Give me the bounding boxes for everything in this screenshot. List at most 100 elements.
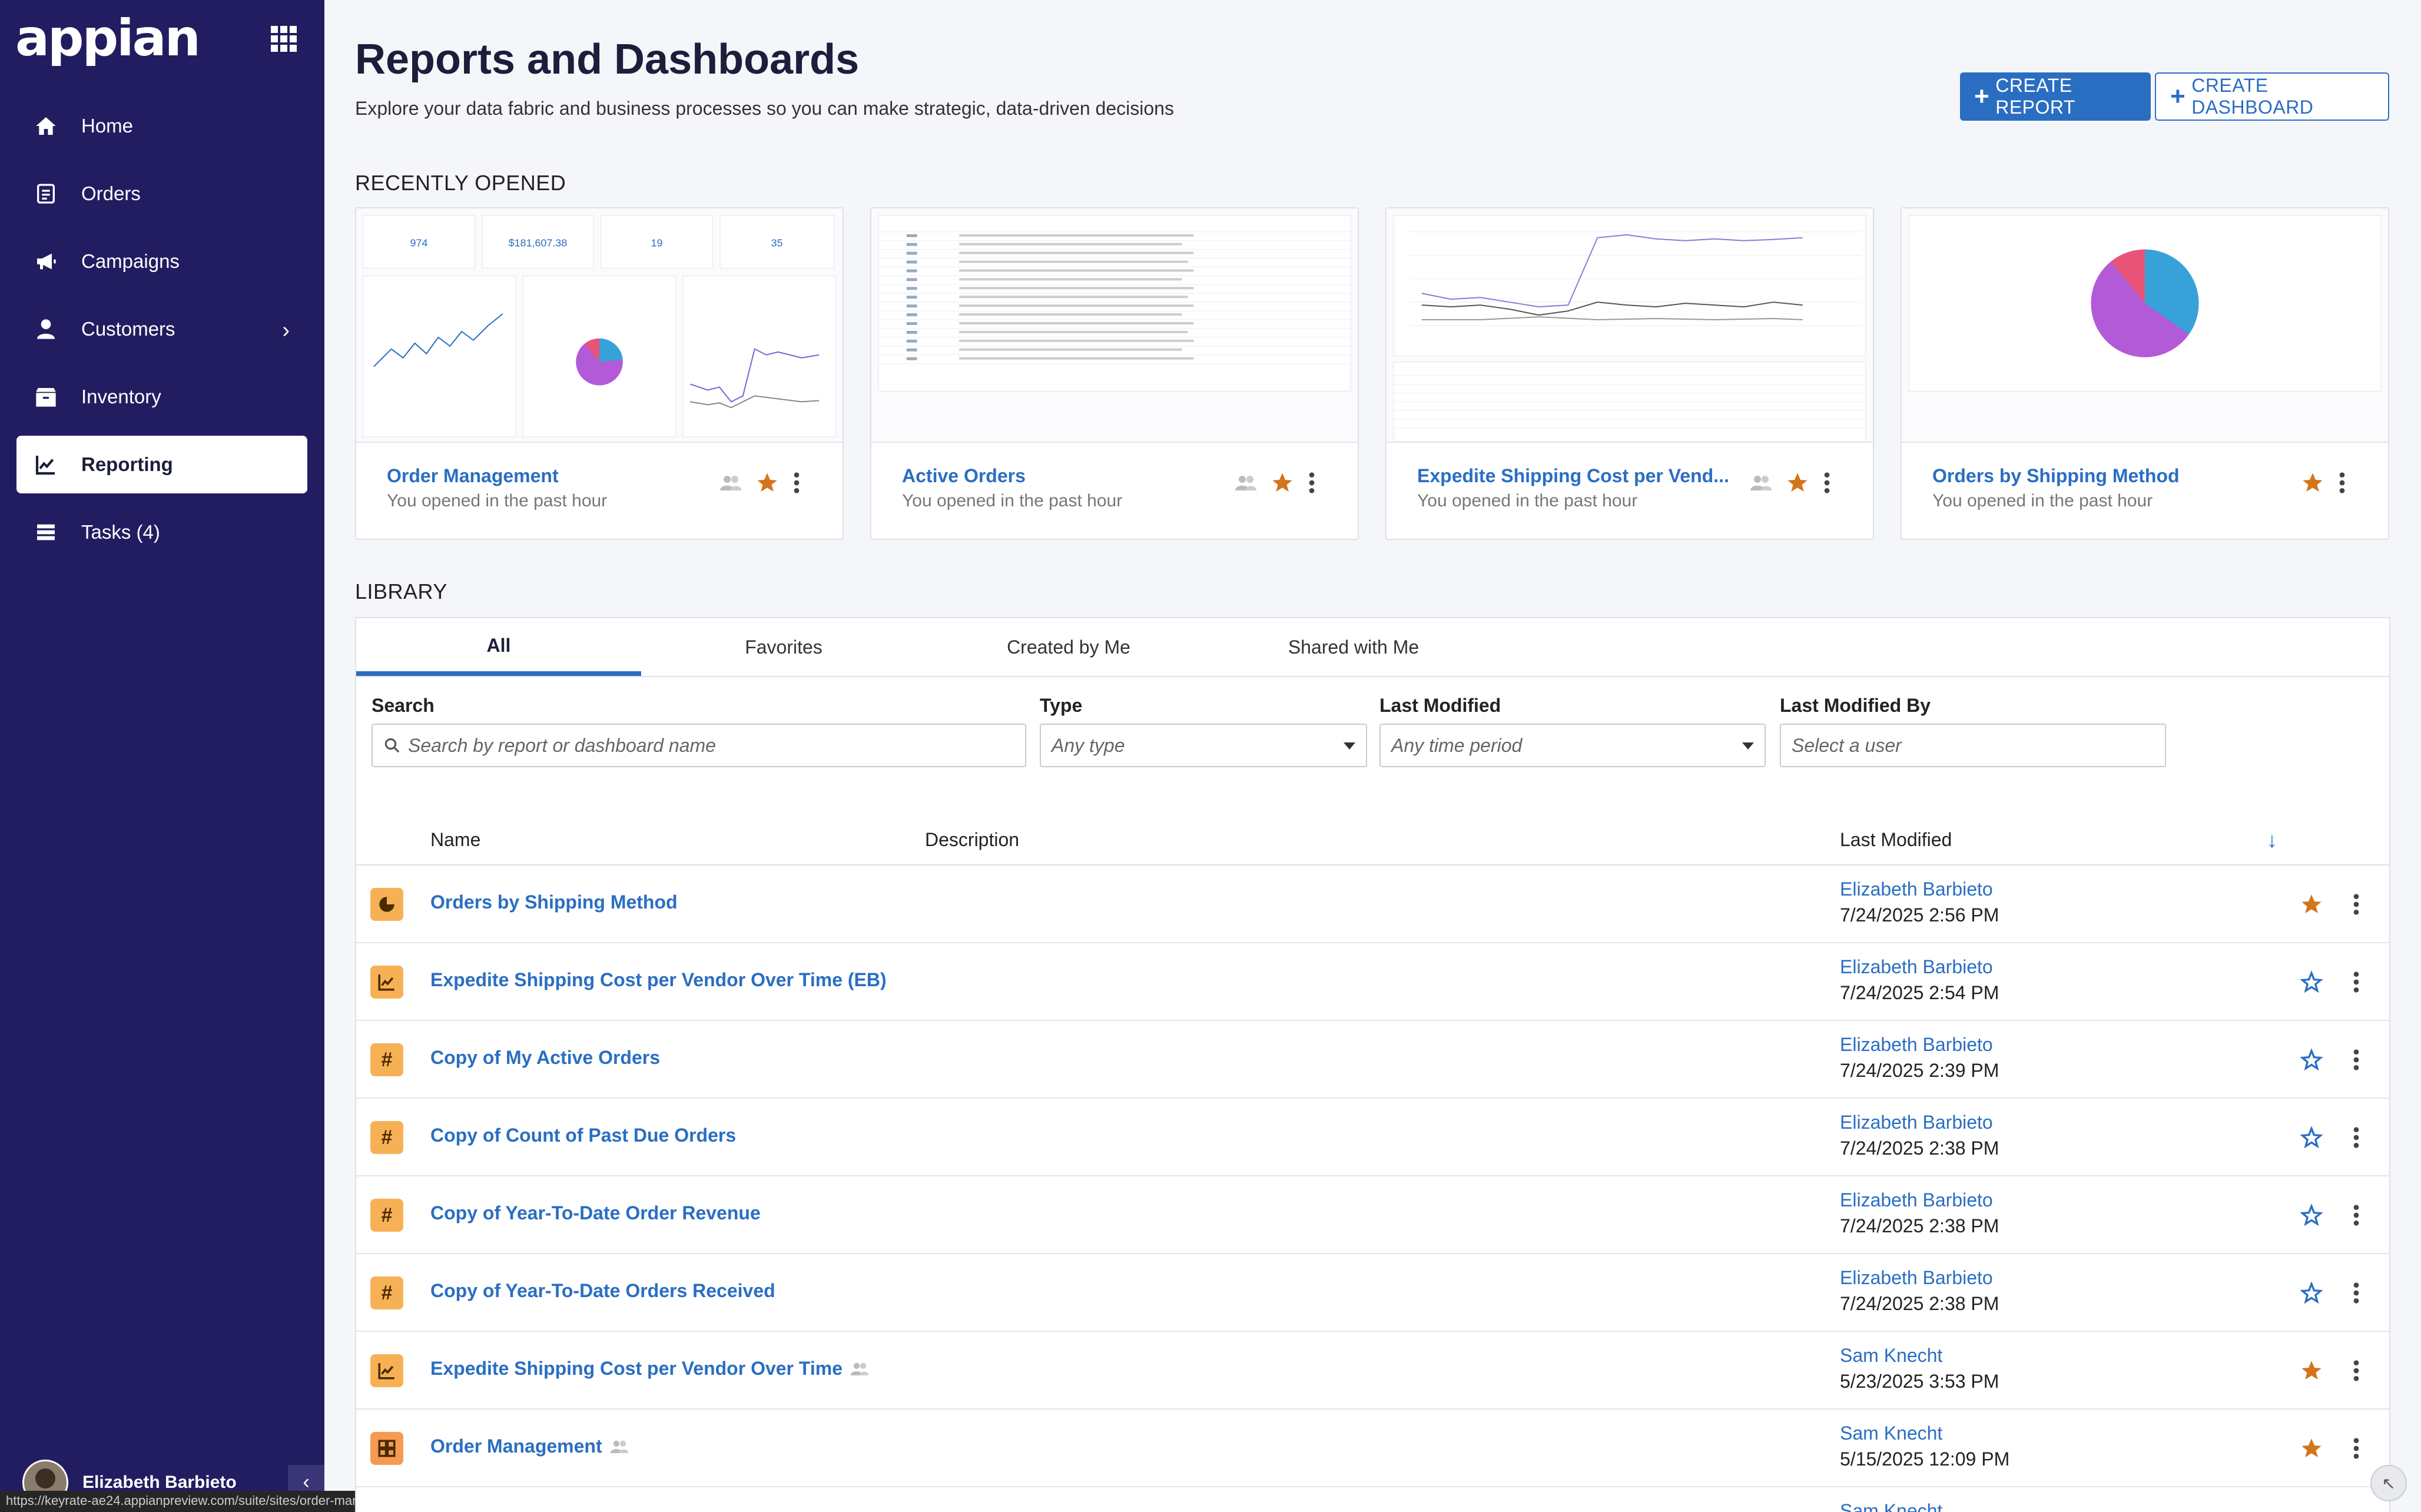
app-launcher-icon[interactable] [271,26,300,52]
user-picker-input[interactable]: Select a user [1780,724,2166,767]
favorite-star-icon[interactable] [2301,471,2324,495]
favorite-star-icon[interactable] [2300,1359,2323,1382]
star-outline-icon[interactable] [2300,1281,2323,1305]
search-input[interactable]: Search by report or dashboard name [372,724,1026,767]
star-outline-icon[interactable] [2300,1048,2323,1072]
tab-favorites[interactable]: Favorites [641,618,926,676]
more-options-icon[interactable] [2352,1281,2361,1305]
more-options-icon[interactable] [2352,1203,2361,1227]
favorite-star-icon[interactable] [755,471,779,495]
sidebar-item-inventory[interactable]: Inventory [16,368,307,426]
table-row[interactable]: Sam Knecht [356,1487,2389,1512]
inventory-icon [34,385,58,409]
user-name: Elizabeth Barbieto [82,1473,237,1492]
more-options-icon[interactable] [792,471,801,495]
row-user-link[interactable]: Elizabeth Barbieto [1840,1267,1993,1289]
tab-created-by-me[interactable]: Created by Me [926,618,1211,676]
more-options-icon[interactable] [2352,1437,2361,1460]
row-name-link[interactable]: Copy of Year-To-Date Order Revenue [430,1202,761,1224]
library-tabs: All Favorites Created by Me Shared with … [356,618,2389,677]
column-name[interactable]: Name [430,829,480,851]
row-user-link[interactable]: Elizabeth Barbieto [1840,1112,1993,1133]
favorite-star-icon[interactable] [1271,471,1294,495]
column-last-modified[interactable]: Last Modified [1840,829,1952,851]
row-user-link[interactable]: Sam Knecht [1840,1423,1942,1444]
last-modified-filter: Last Modified Any time period [1379,695,1766,767]
sidebar-item-reporting[interactable]: Reporting [16,436,307,493]
table-row[interactable]: # Copy of Year-To-Date Orders Received E… [356,1254,2389,1332]
table-row[interactable]: Expedite Shipping Cost per Vendor Over T… [356,943,2389,1021]
sidebar-item-label: Tasks (4) [81,521,160,543]
last-modified-label: Last Modified [1379,695,1501,716]
search-filter: Search Search by report or dashboard nam… [372,695,1026,767]
sort-descending-icon[interactable]: ↓ [2267,828,2277,853]
more-options-icon[interactable] [1307,471,1316,495]
star-outline-icon[interactable] [2300,1126,2323,1149]
last-modified-dropdown[interactable]: Any time period [1379,724,1766,767]
favorite-star-icon[interactable] [2300,1437,2323,1460]
search-icon [384,738,400,753]
sidebar-item-campaigns[interactable]: Campaigns [16,233,307,290]
row-user-link[interactable]: Elizabeth Barbieto [1840,1189,1993,1211]
star-outline-icon[interactable] [2300,970,2323,994]
card-actions [2301,471,2347,495]
more-options-icon[interactable] [2337,471,2347,495]
more-options-icon[interactable] [2352,1359,2361,1382]
row-name-link[interactable]: Copy of Count of Past Due Orders [430,1125,736,1146]
star-outline-icon[interactable] [2300,1203,2323,1227]
table-row[interactable]: # Copy of Year-To-Date Order Revenue Eli… [356,1176,2389,1254]
column-description[interactable]: Description [925,829,1019,851]
sidebar: appian Home Orders Campaigns Customers ›… [0,0,596,1512]
more-options-icon[interactable] [2352,1048,2361,1072]
table-row[interactable]: Order Management Sam Knecht 5/15/2025 12… [356,1410,2389,1487]
card-actions [1749,471,1832,495]
row-date: 7/24/2025 2:54 PM [1840,982,1999,1003]
cursor-help-icon[interactable]: ↖ [2370,1465,2407,1501]
shared-users-icon [1235,476,1256,490]
more-options-icon[interactable] [2352,970,2361,994]
tab-all[interactable]: All [356,618,641,676]
recent-card[interactable]: Active Orders You opened in the past hou… [870,207,1359,540]
user-icon [34,317,58,341]
tab-shared-with-me[interactable]: Shared with Me [1211,618,1496,676]
sidebar-item-customers[interactable]: Customers › [16,300,307,358]
row-name-link[interactable]: Order Management [430,1435,629,1457]
sidebar-item-home[interactable]: Home [16,97,307,155]
row-user-link[interactable]: Elizabeth Barbieto [1840,1034,1993,1056]
card-title[interactable]: Orders by Shipping Method [1932,465,2180,487]
recent-card[interactable]: Expedite Shipping Cost per Vend... You o… [1385,207,1874,540]
appian-logo[interactable]: appian [15,13,201,64]
chevron-right-icon[interactable]: › [282,318,290,343]
caret-down-icon [1742,742,1754,750]
create-report-button[interactable]: + CREATE REPORT [1960,72,2151,121]
row-name-link[interactable]: Copy of My Active Orders [430,1047,660,1069]
table-row[interactable]: Expedite Shipping Cost per Vendor Over T… [356,1332,2389,1410]
row-name-link[interactable]: Orders by Shipping Method [430,891,678,913]
line-chart-icon [370,1354,403,1387]
card-thumbnail: 974 $181,607.38 19 35 [356,208,843,443]
more-options-icon[interactable] [1822,471,1832,495]
card-title[interactable]: Active Orders [902,465,1026,487]
row-name-link[interactable]: Expedite Shipping Cost per Vendor Over T… [430,1358,870,1380]
recent-card[interactable]: 974 $181,607.38 19 35 Order Management Y… [355,207,844,540]
favorite-star-icon[interactable] [2300,893,2323,916]
table-row[interactable]: # Copy of My Active Orders Elizabeth Bar… [356,1021,2389,1099]
table-row[interactable]: Orders by Shipping Method Elizabeth Barb… [356,866,2389,943]
row-user-link[interactable]: Sam Knecht [1840,1500,1942,1512]
sidebar-item-tasks[interactable]: Tasks (4) [16,503,307,561]
card-title[interactable]: Order Management [387,465,559,487]
row-name-link[interactable]: Expedite Shipping Cost per Vendor Over T… [430,969,887,991]
row-user-link[interactable]: Elizabeth Barbieto [1840,878,1993,900]
more-options-icon[interactable] [2352,1126,2361,1149]
row-user-link[interactable]: Sam Knecht [1840,1345,1942,1367]
row-name-link[interactable]: Copy of Year-To-Date Orders Received [430,1280,775,1302]
sidebar-item-orders[interactable]: Orders [16,165,307,223]
type-dropdown[interactable]: Any type [1040,724,1367,767]
more-options-icon[interactable] [2352,893,2361,916]
row-user-link[interactable]: Elizabeth Barbieto [1840,956,1993,978]
table-row[interactable]: # Copy of Count of Past Due Orders Eliza… [356,1099,2389,1176]
create-dashboard-button[interactable]: + CREATE DASHBOARD [2155,72,2389,121]
card-title[interactable]: Expedite Shipping Cost per Vend... [1417,465,1729,487]
recent-card[interactable]: Orders by Shipping Method You opened in … [1901,207,2389,540]
favorite-star-icon[interactable] [1786,471,1809,495]
